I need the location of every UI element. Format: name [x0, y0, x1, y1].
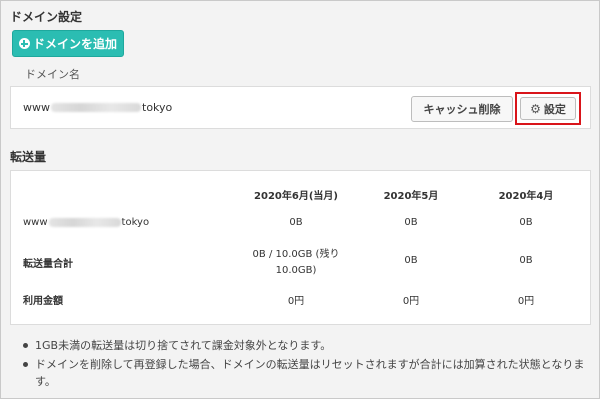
window-frame: ドメイン設定 ドメインを追加 ドメイン名 www tokyo キャッシュ削除 ⚙…: [0, 0, 600, 399]
table-cell: 0B: [404, 255, 418, 266]
add-domain-label: ドメインを追加: [32, 37, 117, 51]
column-header-current-month: 2020年6月(当月): [254, 191, 338, 202]
list-item: ドメインを削除して再登録した場合、ドメインの転送量はリセットされますが合計には加…: [21, 356, 596, 390]
masked-domain: [51, 103, 141, 112]
domain-suffix: tokyo: [142, 101, 173, 114]
table-cell: 0B: [519, 217, 533, 228]
row-domain-prefix: www: [23, 217, 48, 228]
column-header-two-months-ago: 2020年4月: [498, 191, 554, 202]
plus-circle-icon: [18, 38, 30, 49]
table-cell: 0B / 10.0GB (残り: [252, 249, 340, 260]
list-item: 1GB未満の転送量は切り捨てされて課金対象外となります。: [21, 337, 596, 354]
domain-row: www tokyo キャッシュ削除 ⚙ 設定: [10, 86, 591, 129]
table-cell: 0B: [404, 217, 418, 228]
table-cell: 10.0GB): [275, 265, 317, 276]
table-row-domain-label: www tokyo: [23, 217, 149, 228]
settings-button-label: 設定: [543, 102, 566, 116]
masked-domain: [48, 218, 121, 227]
notes-list: 1GB未満の転送量は切り捨てされて課金対象外となります。 ドメインを削除して再登…: [21, 337, 596, 392]
add-domain-button[interactable]: ドメインを追加: [12, 30, 124, 57]
table-cell: 0B: [519, 255, 533, 266]
traffic-title: 転送量: [10, 150, 47, 164]
settings-highlight-box: ⚙ 設定: [515, 92, 581, 125]
table-cell: 0円: [517, 296, 535, 307]
table-cell: 0円: [402, 296, 420, 307]
usage-fee-label: 利用金額: [23, 296, 63, 307]
domain-name-column-label: ドメイン名: [25, 68, 80, 81]
row-domain-suffix: tokyo: [121, 217, 150, 228]
settings-button[interactable]: ⚙ 設定: [520, 97, 576, 120]
column-header-last-month: 2020年5月: [383, 191, 439, 202]
table-cell: 0円: [287, 296, 305, 307]
traffic-table: 2020年6月(当月) 2020年5月 2020年4月 www tokyo 0B…: [10, 170, 591, 325]
domain-name: www tokyo: [23, 101, 172, 114]
clear-cache-button[interactable]: キャッシュ削除: [411, 96, 513, 122]
table-cell: 0B: [289, 217, 303, 228]
domain-settings-title: ドメイン設定: [10, 10, 83, 24]
total-traffic-label: 転送量合計: [23, 259, 73, 270]
domain-prefix: www: [23, 101, 50, 114]
gear-icon: ⚙: [530, 101, 541, 116]
